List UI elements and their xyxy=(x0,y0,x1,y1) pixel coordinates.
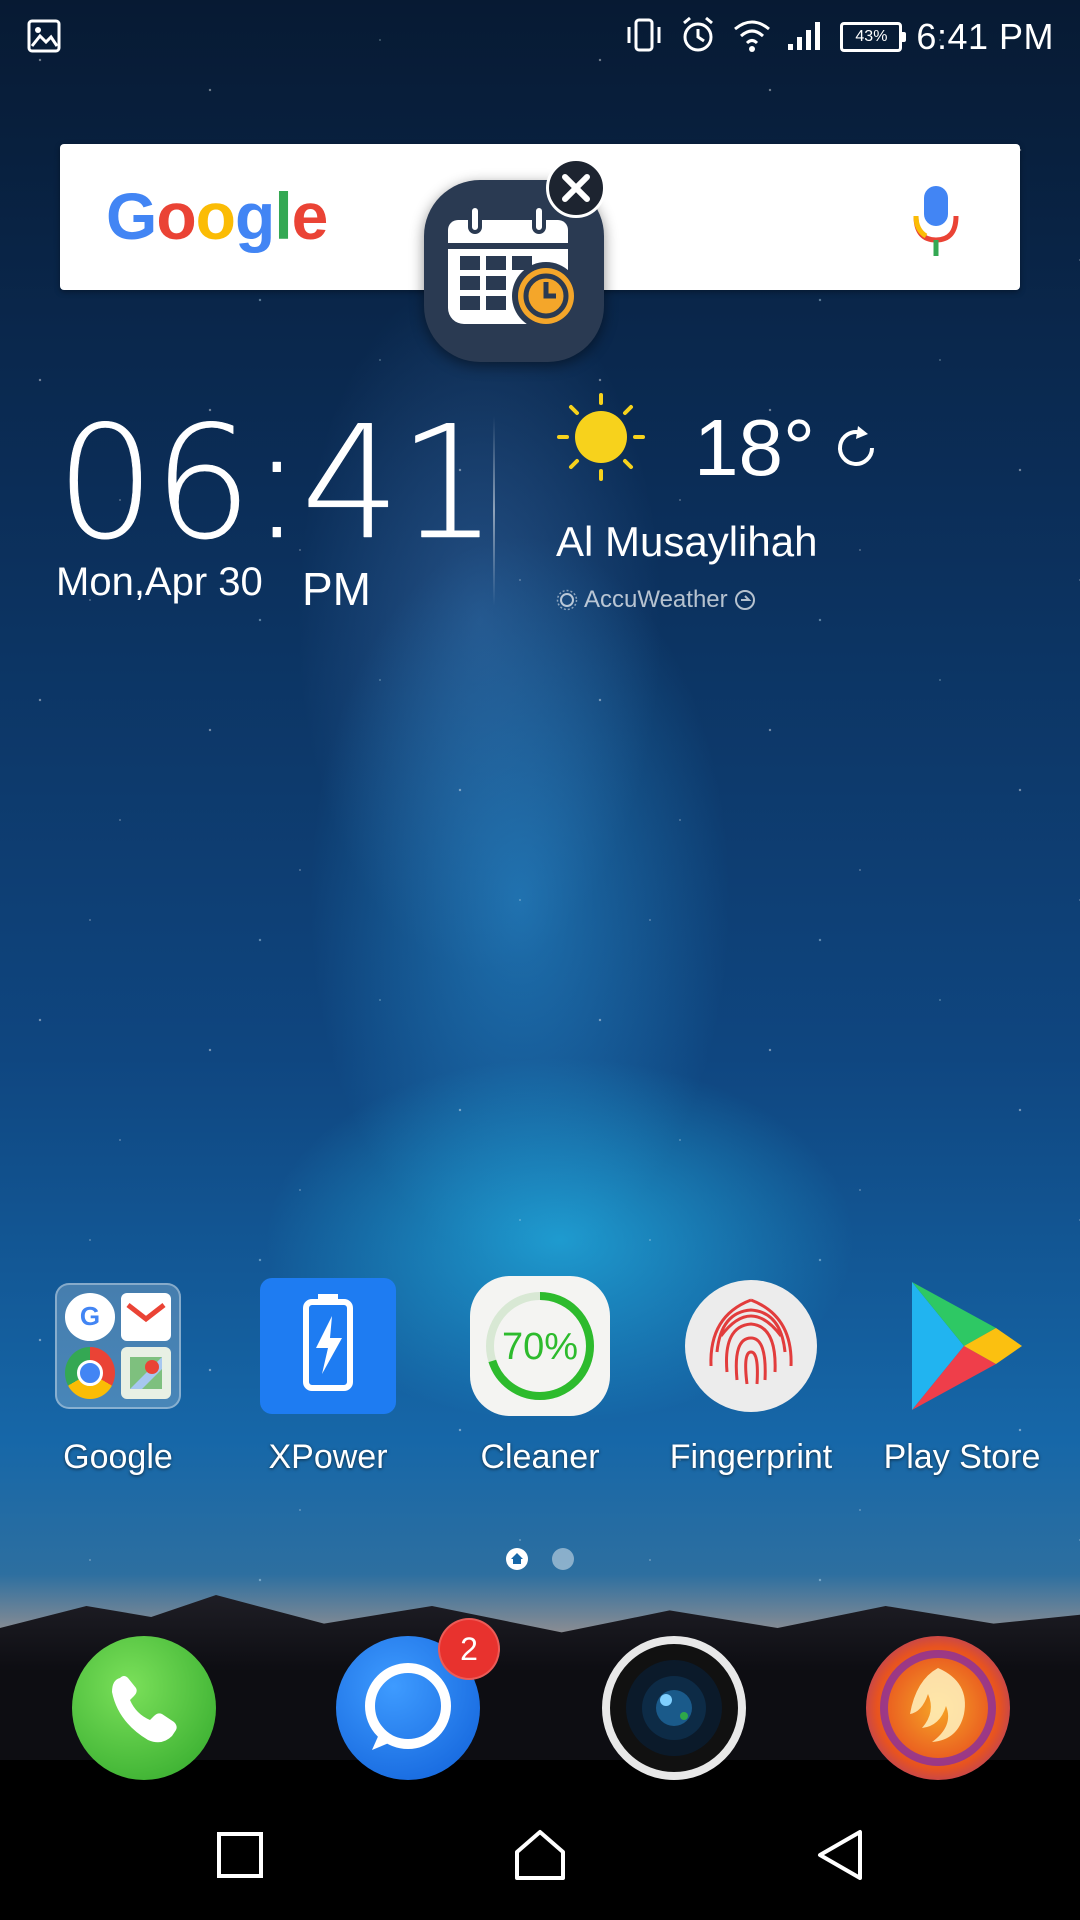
back-triangle-icon xyxy=(818,1830,862,1880)
sun-icon xyxy=(556,392,646,487)
logo-letter: e xyxy=(291,179,329,253)
battery-icon: 43% xyxy=(840,22,907,52)
widget-divider xyxy=(493,416,495,606)
maps-icon xyxy=(121,1346,171,1399)
clock-ampm: PM xyxy=(302,563,371,615)
phoenix-browser-icon xyxy=(880,1650,996,1766)
logo-letter: l xyxy=(274,179,292,253)
google-g-icon: G xyxy=(65,1293,115,1341)
google-logo: Google xyxy=(106,178,329,254)
home-button[interactable] xyxy=(505,1820,575,1890)
accuweather-sun-icon xyxy=(556,589,578,611)
weather-provider: AccuWeather xyxy=(584,586,728,613)
app-cleaner[interactable]: 70% Cleaner xyxy=(440,1276,640,1496)
app-xpower[interactable]: XPower xyxy=(228,1276,428,1496)
vibrate-icon xyxy=(624,15,664,60)
cleaner-icon: 70% xyxy=(470,1276,610,1416)
square-icon xyxy=(217,1832,263,1878)
close-icon xyxy=(562,174,590,202)
app-label: Fingerprint xyxy=(669,1438,833,1476)
status-bar: 43% 6:41 PM xyxy=(0,0,1080,74)
google-folder-icon: G xyxy=(48,1276,188,1416)
wifi-icon xyxy=(732,17,772,58)
weather-city: Al Musaylihah xyxy=(556,518,818,565)
logo-letter: G xyxy=(106,179,157,253)
refresh-icon[interactable] xyxy=(832,424,880,477)
clock-time[interactable]: 06:41 xyxy=(56,392,498,575)
mic-icon[interactable] xyxy=(910,184,962,265)
app-label: Google xyxy=(63,1438,173,1476)
app-google-folder[interactable]: G Google xyxy=(18,1276,218,1496)
battery-percent: 43% xyxy=(855,28,888,45)
clock-date: Mon,Apr 30 xyxy=(56,560,263,604)
dock-phone[interactable] xyxy=(72,1636,216,1780)
logo-letter: g xyxy=(235,179,275,253)
app-fingerprint[interactable]: Fingerprint xyxy=(651,1276,851,1496)
home-screen: 43% 6:41 PM Google 06:41 Mon,Apr 30 PM 1… xyxy=(0,0,1080,1920)
app-label: Play Store xyxy=(883,1438,1041,1476)
page-indicator xyxy=(0,1548,1080,1570)
gmail-icon xyxy=(121,1293,171,1341)
weather-temperature[interactable]: 18° xyxy=(694,402,815,494)
alarm-icon xyxy=(678,15,718,60)
navigation-bar xyxy=(0,1790,1080,1920)
arrow-circle-icon xyxy=(734,590,755,610)
logo-letter: o xyxy=(156,179,196,253)
app-label: XPower xyxy=(268,1438,388,1476)
play-store-icon xyxy=(892,1276,1032,1416)
page-dot[interactable] xyxy=(552,1548,574,1570)
dock-camera[interactable] xyxy=(602,1636,746,1780)
accuweather-link[interactable]: AccuWeather xyxy=(556,586,756,614)
battery-bolt-icon xyxy=(258,1276,398,1416)
chrome-icon xyxy=(65,1346,115,1399)
status-time: 6:41 PM xyxy=(916,16,1054,57)
cleaner-percent: 70% xyxy=(501,1326,579,1368)
home-icon xyxy=(515,1830,565,1880)
logo-letter: o xyxy=(195,179,236,253)
back-button[interactable] xyxy=(806,1820,876,1890)
fingerprint-icon xyxy=(681,1276,821,1416)
app-play-store[interactable]: Play Store xyxy=(862,1276,1062,1496)
app-label: Cleaner xyxy=(480,1438,600,1476)
phone-icon xyxy=(112,1676,177,1743)
message-count-badge: 2 xyxy=(438,1618,500,1680)
dock-browser[interactable] xyxy=(866,1636,1010,1780)
image-notification-icon xyxy=(26,18,62,59)
camera-icon xyxy=(626,1660,722,1756)
page-dot-home[interactable] xyxy=(506,1548,528,1570)
recents-button[interactable] xyxy=(205,1820,275,1890)
close-bubble-button[interactable] xyxy=(546,158,606,218)
signal-icon xyxy=(786,18,826,57)
